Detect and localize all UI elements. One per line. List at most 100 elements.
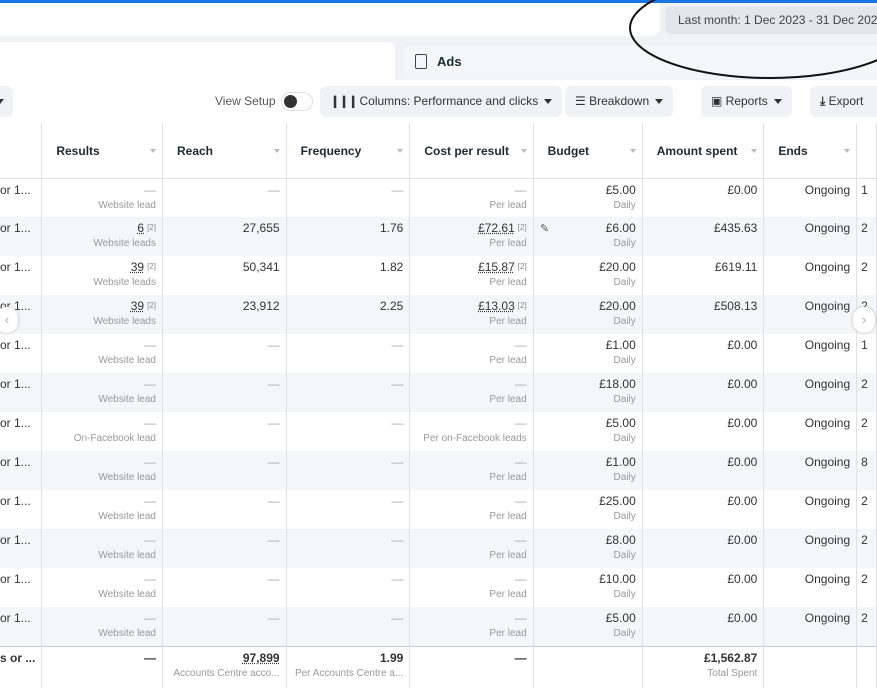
table-row[interactable]: or 1... — Website lead — — — Per lead £18.0… xyxy=(0,373,877,412)
amount-spent-column-header[interactable]: Amount spent xyxy=(642,124,765,179)
cell-value: Ongoing xyxy=(804,494,851,508)
ad-name[interactable]: or 1... xyxy=(0,183,31,197)
cell-value: 2 xyxy=(861,221,868,235)
cell-value: — xyxy=(391,572,404,586)
cell-value: 1.76 xyxy=(379,221,404,235)
cell-value: Ongoing xyxy=(804,416,851,430)
name-column-header[interactable] xyxy=(0,124,43,179)
ad-name[interactable]: or 1... xyxy=(0,494,31,508)
sort-icon[interactable] xyxy=(751,149,758,153)
cell-value: 23,912 xyxy=(242,299,280,313)
ad-name[interactable]: or 1... xyxy=(0,260,31,274)
cell-value: 39 xyxy=(130,260,145,274)
cell-value: £0.00 xyxy=(727,416,758,430)
view-setup-toggle[interactable] xyxy=(281,92,313,111)
cell-subtext: Website lead xyxy=(98,511,156,522)
cell-value: — xyxy=(391,377,404,391)
sort-icon[interactable] xyxy=(844,149,851,153)
ad-name[interactable]: or 1... xyxy=(0,533,31,547)
sort-icon[interactable] xyxy=(397,149,404,153)
columns-icon: ❙❙❙ xyxy=(330,94,360,108)
cell-value: 27,655 xyxy=(242,221,280,235)
cell-value: 2 xyxy=(861,377,868,391)
cell-value: £1.00 xyxy=(605,455,636,469)
table-row[interactable]: or 1... — Website lead — — — Per lead £8.00… xyxy=(0,529,877,568)
budget-column-header[interactable]: Budget xyxy=(533,124,643,179)
table-row[interactable]: or 1... — Website lead — — — Per lead £1.00… xyxy=(0,451,877,490)
cell-value: £0.00 xyxy=(727,338,758,352)
cell-subtext: Per lead xyxy=(489,238,527,249)
ad-name[interactable]: or 1... xyxy=(0,416,31,430)
cell-value: £508.13 xyxy=(713,299,758,313)
sort-icon[interactable] xyxy=(520,149,527,153)
cell-value: — xyxy=(514,416,527,430)
cell-value: — xyxy=(514,377,527,391)
sort-icon[interactable] xyxy=(149,149,156,153)
cell-value: 1.82 xyxy=(379,260,404,274)
table-row[interactable]: or 1... — Website lead — — — Per lead £10.0… xyxy=(0,568,877,607)
date-range-picker[interactable]: Last month: 1 Dec 2023 - 31 Dec 2023 xyxy=(665,6,877,34)
breakdown-button[interactable]: ☰ Breakdown xyxy=(565,86,674,117)
cell-value: £13.03 xyxy=(478,299,515,313)
cell-subtext: Daily xyxy=(613,199,636,211)
footnote: [2] xyxy=(147,301,156,310)
cell-value: £15.87 xyxy=(478,260,515,274)
ad-name[interactable]: or 1... xyxy=(0,221,31,235)
cell-subtext: Website lead xyxy=(98,472,156,483)
cell-subtext: Per lead xyxy=(489,277,527,288)
ad-name[interactable]: or 1... xyxy=(0,377,31,391)
cell-value: £619.11 xyxy=(714,260,758,274)
table-row[interactable]: or 1... — Website lead — — — Per lead £5.00… xyxy=(0,607,877,646)
cell-value: — xyxy=(267,416,280,430)
reach-column-header[interactable]: Reach xyxy=(162,124,287,179)
edit-pencil-icon[interactable]: ✎ xyxy=(540,222,549,235)
scroll-right-button[interactable]: › xyxy=(853,307,875,333)
dropdown-button[interactable] xyxy=(0,86,13,117)
total-spent: £1,562.87 xyxy=(703,650,758,665)
ad-name[interactable]: or 1... xyxy=(0,455,31,469)
sort-icon[interactable] xyxy=(629,149,636,153)
cell-subtext: Per lead xyxy=(489,511,527,522)
cell-value: — xyxy=(267,533,280,547)
cell-value: — xyxy=(267,494,280,508)
cell-value: — xyxy=(391,182,404,197)
next-column-header[interactable] xyxy=(856,124,877,179)
cell-value: 8 xyxy=(861,455,868,469)
cell-value: — xyxy=(143,494,156,508)
column-label: Amount spent xyxy=(656,144,738,158)
cell-value: £5.00 xyxy=(605,182,636,197)
cell-value: — xyxy=(391,416,404,430)
scroll-left-button[interactable]: ‹ xyxy=(0,307,18,333)
ad-name[interactable]: or 1... xyxy=(0,572,31,586)
table-row[interactable]: or 1... 39 [2] Website leads 50,341 1.82 £1… xyxy=(0,256,877,295)
reports-button[interactable]: ▣ Reports xyxy=(701,86,792,117)
cell-value: £0.00 xyxy=(727,572,758,586)
ad-name[interactable]: or 1... xyxy=(0,338,31,352)
table-row[interactable]: or 1... — Website lead — — — Per lead £5.00… xyxy=(0,178,877,217)
ends-column-header[interactable]: Ends xyxy=(763,124,858,179)
cell-value: 2 xyxy=(861,260,868,274)
table-row[interactable]: or 1... 6 [2] Website leads 27,655 1.76 £72… xyxy=(0,217,877,256)
export-button[interactable]: ⤓ Export xyxy=(810,86,877,117)
table-row[interactable]: or 1... 39 [2] Website leads 23,912 2.25 £1… xyxy=(0,295,877,334)
cell-subtext: Website lead xyxy=(98,589,156,600)
table-row[interactable]: or 1... — Website lead — — — Per lead £1.00… xyxy=(0,334,877,373)
sort-icon[interactable] xyxy=(273,149,280,153)
cell-value: Ongoing xyxy=(804,377,851,391)
ad-name[interactable]: or 1... xyxy=(0,611,31,625)
tab-ads[interactable]: Ads xyxy=(403,45,877,79)
cell-subtext: Daily xyxy=(613,628,636,639)
table-row[interactable]: or 1... — Website lead — — — Per lead £25.0… xyxy=(0,490,877,529)
view-setup-label: View Setup xyxy=(215,94,276,108)
results-column-header[interactable]: Results xyxy=(41,124,163,179)
cell-value: Ongoing xyxy=(804,338,851,352)
columns-button[interactable]: ❙❙❙ Columns: Performance and clicks xyxy=(320,86,563,117)
table-row[interactable]: or 1... — On-Facebook lead — — — Per on-Fac… xyxy=(0,412,877,451)
total-results: — xyxy=(143,650,156,665)
cell-subtext: Website leads xyxy=(93,277,156,288)
total-cpr: — xyxy=(514,650,527,665)
cost-per-result-column-header[interactable]: Cost per result xyxy=(409,124,534,179)
cell-value: £0.00 xyxy=(727,377,758,391)
frequency-column-header[interactable]: Frequency xyxy=(286,124,411,179)
totals-label: s or ... xyxy=(0,650,36,665)
